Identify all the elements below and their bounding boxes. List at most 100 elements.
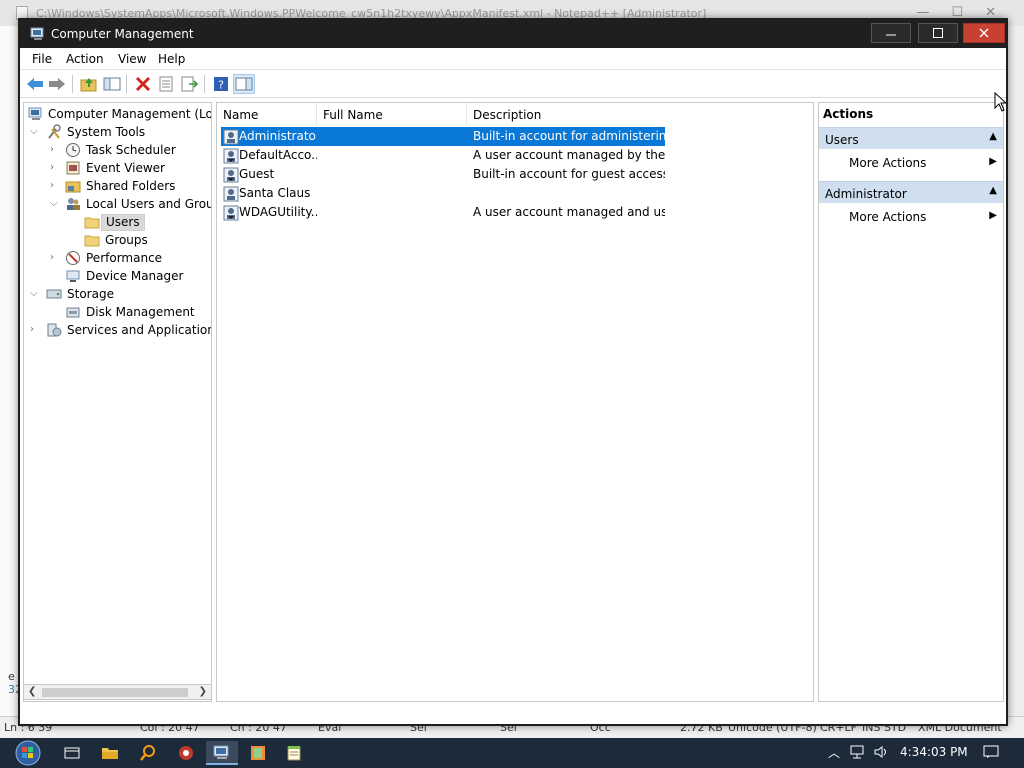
tree-item-local-users-and-groups[interactable]: ⌵ Local Users and Groups bbox=[24, 195, 211, 213]
toolbar: ? bbox=[20, 70, 1006, 98]
event-viewer-icon bbox=[66, 161, 80, 175]
performance-icon bbox=[66, 251, 80, 265]
tree-item-label: Local Users and Groups bbox=[86, 197, 211, 211]
tree-item-performance[interactable]: › Performance bbox=[24, 249, 211, 267]
minimize-button[interactable] bbox=[871, 23, 911, 43]
collapse-up-icon[interactable]: ▲ bbox=[989, 185, 997, 196]
tree-item-label: Storage bbox=[67, 287, 114, 301]
tree-item-services-and-applications[interactable]: › Services and Applications bbox=[24, 321, 211, 339]
submenu-arrow-icon: ▶ bbox=[989, 156, 997, 167]
computer-management-taskbar-button[interactable] bbox=[206, 741, 238, 765]
windows-start-icon[interactable] bbox=[6, 739, 46, 767]
network-icon[interactable] bbox=[850, 745, 866, 759]
notifications-icon[interactable] bbox=[983, 745, 999, 759]
column-header-description[interactable]: Description bbox=[467, 103, 667, 125]
tree-item-groups[interactable]: Groups bbox=[24, 231, 211, 249]
app-window-icon bbox=[251, 746, 265, 760]
tree-item-label: Event Viewer bbox=[86, 161, 165, 175]
user-description: Built-in account for administering... bbox=[473, 129, 665, 143]
table-row[interactable]: WDAGUtility... A user account managed an… bbox=[221, 203, 665, 222]
menu-file[interactable]: File bbox=[32, 52, 52, 66]
toolbar-separator bbox=[72, 75, 73, 93]
taskbar-clock[interactable]: 4:34:03 PM bbox=[900, 745, 968, 759]
chevron-right-icon[interactable]: › bbox=[30, 324, 40, 336]
file-explorer-button[interactable] bbox=[94, 741, 126, 765]
menu-bar: File Action View Help bbox=[20, 48, 1006, 70]
volume-icon[interactable] bbox=[874, 745, 890, 759]
help-icon: ? bbox=[214, 77, 228, 92]
show-hide-action-pane-icon bbox=[235, 77, 253, 91]
window-titlebar[interactable]: Computer Management bbox=[20, 20, 1006, 48]
menu-view[interactable]: View bbox=[118, 52, 146, 66]
close-button[interactable] bbox=[963, 23, 1005, 43]
more-actions-users[interactable]: More Actions ▶ bbox=[819, 151, 1003, 173]
tree-item-label: System Tools bbox=[67, 125, 146, 139]
show-hide-action-pane-button[interactable] bbox=[233, 74, 255, 94]
background-scrollbar[interactable] bbox=[1006, 26, 1024, 716]
tree-item-event-viewer[interactable]: › Event Viewer bbox=[24, 159, 211, 177]
collapse-up-icon[interactable]: ▲ bbox=[989, 131, 997, 142]
table-row[interactable]: DefaultAcco... A user account managed by… bbox=[221, 146, 665, 165]
chevron-down-icon[interactable]: ⌵ bbox=[30, 126, 40, 138]
back-arrow-icon bbox=[27, 78, 43, 90]
user-disabled-icon bbox=[223, 148, 239, 164]
chevron-right-icon[interactable]: › bbox=[50, 144, 60, 156]
chevron-right-icon[interactable]: › bbox=[50, 252, 60, 264]
tree-item-shared-folders[interactable]: › Shared Folders bbox=[24, 177, 211, 195]
maximize-button[interactable] bbox=[918, 23, 958, 43]
chevron-up-icon[interactable]: ︿ bbox=[828, 744, 840, 761]
scroll-thumb[interactable] bbox=[42, 688, 188, 697]
properties-button[interactable] bbox=[155, 74, 177, 94]
delete-button[interactable] bbox=[132, 74, 154, 94]
chevron-down-icon[interactable]: ⌵ bbox=[30, 288, 40, 300]
console-tree: Computer Management (Local ⌵ System Tool… bbox=[23, 102, 212, 702]
table-row[interactable]: Administrator Built-in account for admin… bbox=[221, 127, 665, 146]
up-one-level-button[interactable] bbox=[78, 74, 100, 94]
menu-help[interactable]: Help bbox=[158, 52, 185, 66]
actions-title: Actions bbox=[823, 107, 874, 121]
column-header-full-name[interactable]: Full Name bbox=[317, 103, 467, 125]
column-header-name[interactable]: Name bbox=[217, 103, 317, 125]
tree-item-device-manager[interactable]: Device Manager bbox=[24, 267, 211, 285]
storage-icon bbox=[46, 289, 62, 299]
show-hide-tree-icon bbox=[103, 77, 121, 91]
tree-item-computer-management[interactable]: Computer Management (Local bbox=[24, 105, 211, 123]
clock-icon bbox=[66, 143, 80, 157]
app-button[interactable] bbox=[170, 741, 202, 765]
svg-text:?: ? bbox=[218, 79, 224, 92]
chevron-right-icon[interactable]: › bbox=[50, 162, 60, 174]
more-actions-administrator[interactable]: More Actions ▶ bbox=[819, 205, 1003, 227]
tree-item-disk-management[interactable]: Disk Management bbox=[24, 303, 211, 321]
tree-item-users[interactable]: Users bbox=[24, 213, 211, 231]
folder-icon bbox=[84, 235, 100, 247]
computer-management-icon bbox=[28, 107, 42, 120]
task-view-button[interactable] bbox=[56, 741, 88, 765]
chevron-down-icon[interactable]: ⌵ bbox=[50, 198, 60, 210]
device-manager-icon bbox=[66, 270, 80, 282]
tree-item-label: Device Manager bbox=[86, 269, 184, 283]
window-title: Computer Management bbox=[51, 27, 194, 41]
show-hide-tree-button[interactable] bbox=[101, 74, 123, 94]
user-name: Santa Claus bbox=[239, 186, 311, 200]
export-list-button[interactable] bbox=[178, 74, 200, 94]
help-button[interactable]: ? bbox=[210, 74, 232, 94]
actions-section-users[interactable]: Users ▲ bbox=[819, 127, 1003, 149]
notepad-taskbar-button[interactable] bbox=[278, 741, 310, 765]
table-row[interactable]: Guest Built-in account for guest access … bbox=[221, 165, 665, 184]
forward-button[interactable] bbox=[46, 74, 68, 94]
menu-action[interactable]: Action bbox=[66, 52, 104, 66]
maximize-icon bbox=[933, 28, 943, 38]
scroll-left-icon[interactable]: ❮ bbox=[28, 686, 36, 697]
tree-horizontal-scrollbar[interactable]: ❮ ❯ bbox=[23, 684, 212, 700]
app-button-2[interactable] bbox=[242, 741, 274, 765]
tree-item-system-tools[interactable]: ⌵ System Tools bbox=[24, 123, 211, 141]
tree-item-task-scheduler[interactable]: › Task Scheduler bbox=[24, 141, 211, 159]
actions-section-administrator[interactable]: Administrator ▲ bbox=[819, 181, 1003, 203]
scroll-right-icon[interactable]: ❯ bbox=[199, 686, 207, 697]
back-button[interactable] bbox=[24, 74, 46, 94]
table-row[interactable]: Santa Claus bbox=[221, 184, 665, 203]
search-button[interactable] bbox=[132, 741, 164, 765]
chevron-right-icon[interactable]: › bbox=[50, 180, 60, 192]
tree-item-storage[interactable]: ⌵ Storage bbox=[24, 285, 211, 303]
task-view-icon bbox=[64, 747, 80, 759]
